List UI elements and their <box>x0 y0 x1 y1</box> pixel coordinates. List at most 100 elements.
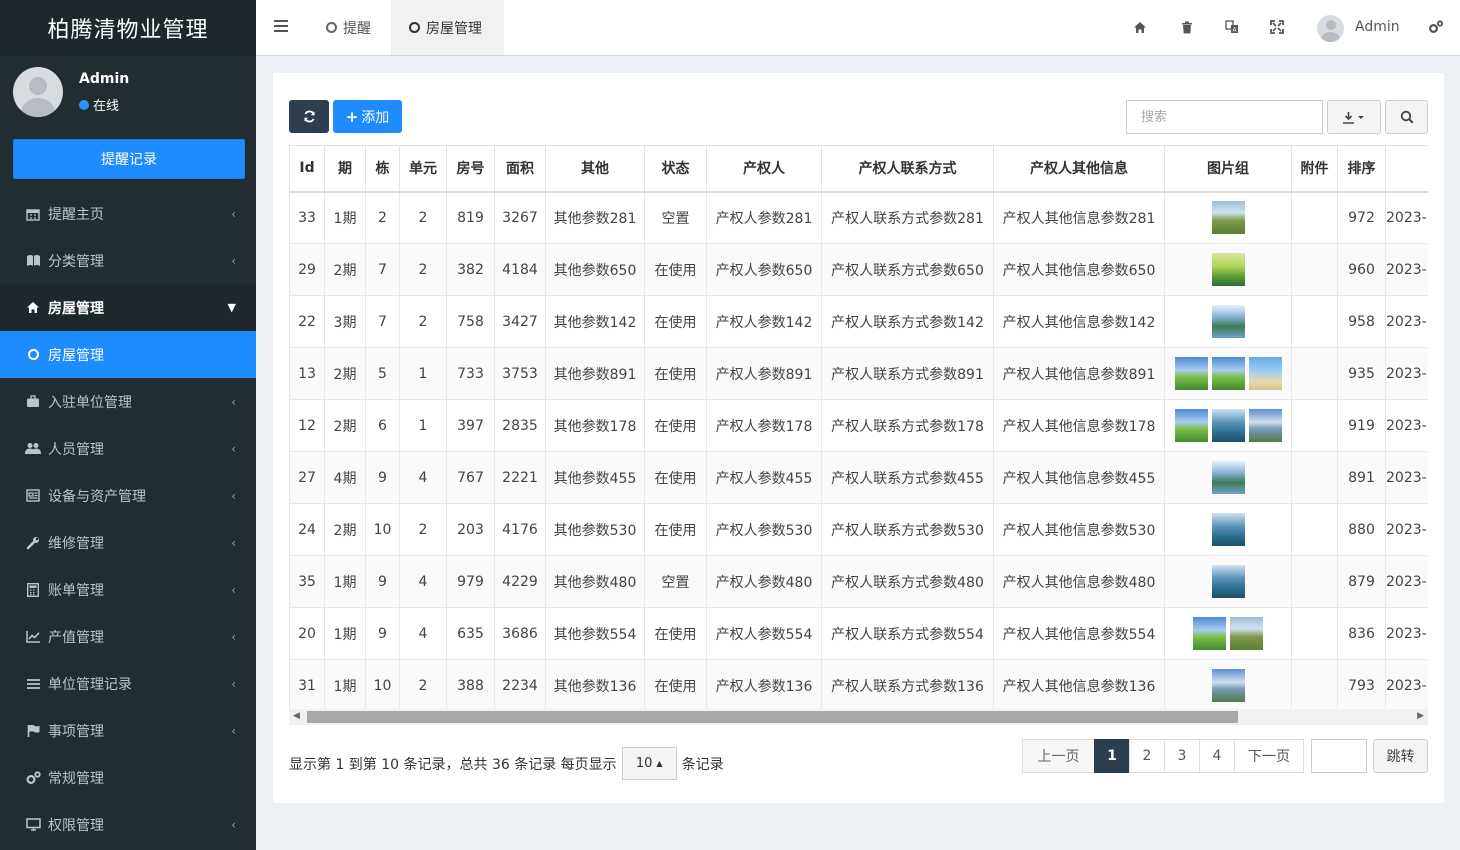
image-thumbnail[interactable] <box>1248 409 1282 442</box>
page-button[interactable]: 1 <box>1094 739 1130 773</box>
image-thumbnail[interactable] <box>1211 513 1245 546</box>
menu-toggle-icon[interactable] <box>274 20 288 32</box>
column-header[interactable]: 排序 <box>1337 145 1386 193</box>
column-header[interactable]: 产权人 <box>706 145 822 193</box>
translate-icon[interactable]: A <box>1223 18 1241 36</box>
jump-button[interactable]: 跳转 <box>1373 739 1428 773</box>
cell-contact: 产权人联系方式参数650 <box>821 243 994 296</box>
column-header[interactable]: 产权人联系方式 <box>821 145 994 193</box>
sidebar-item-output-value[interactable]: 产值管理 ‹ <box>0 613 256 660</box>
header-user-name[interactable]: Admin <box>1355 19 1400 35</box>
column-header[interactable] <box>1385 145 1428 193</box>
image-thumbnail[interactable] <box>1211 253 1245 286</box>
cell-id: 12 <box>289 399 325 452</box>
remind-records-button[interactable]: 提醒记录 <box>13 139 245 179</box>
sidebar-item-remind-home[interactable]: 提醒主页 ‹ <box>0 190 256 237</box>
column-header[interactable]: 产权人其他信息 <box>993 145 1165 193</box>
trash-icon[interactable] <box>1178 18 1196 36</box>
header-user-avatar[interactable] <box>1317 15 1344 42</box>
column-header[interactable]: 状态 <box>644 145 707 193</box>
export-dropdown-button[interactable] <box>1327 100 1381 134</box>
app-title[interactable]: 柏腾清物业管理 <box>0 0 256 56</box>
horizontal-scrollbar[interactable]: ◀ ▶ <box>289 709 1428 725</box>
table-row[interactable]: 20 1期 9 4 635 3686 其他参数554 在使用 产权人参数554 产权人联系方式参数… <box>289 607 1428 660</box>
table-row[interactable]: 12 2期 6 1 397 2835 其他参数178 在使用 产权人参数178 产权人联系方式参数… <box>289 399 1428 452</box>
table-row[interactable]: 13 2期 5 1 733 3753 其他参数891 在使用 产权人参数891 产权人联系方式参数… <box>289 347 1428 400</box>
sidebar-item-matters[interactable]: 事项管理 ‹ <box>0 707 256 754</box>
table-row[interactable]: 35 1期 9 4 979 4229 其他参数480 空置 产权人参数480 产权人联系方式参数4… <box>289 555 1428 608</box>
table-row[interactable]: 29 2期 7 2 382 4184 其他参数650 在使用 产权人参数650 产权人联系方式参数… <box>289 243 1428 296</box>
table-row[interactable]: 22 3期 7 2 758 3427 其他参数142 在使用 产权人参数142 产权人联系方式参数… <box>289 295 1428 348</box>
sidebar-item-repair[interactable]: 维修管理 ‹ <box>0 519 256 566</box>
image-thumbnail[interactable] <box>1230 617 1263 650</box>
table-row[interactable]: 31 1期 10 2 388 2234 其他参数136 在使用 产权人参数136 产权人联系方式参… <box>289 659 1428 709</box>
column-header[interactable]: 其他 <box>545 145 645 193</box>
scroll-right-icon[interactable]: ▶ <box>1417 711 1424 721</box>
scroll-left-icon[interactable]: ◀ <box>293 711 300 721</box>
sidebar-item-equipment[interactable]: 设备与资产管理 ‹ <box>0 472 256 519</box>
column-header[interactable]: 单元 <box>399 145 447 193</box>
tab-house-manage[interactable]: 房屋管理 <box>391 0 504 55</box>
image-thumbnail[interactable] <box>1193 617 1226 650</box>
cell-qi: 2期 <box>324 243 366 296</box>
column-header[interactable]: 附件 <box>1291 145 1338 193</box>
refresh-button[interactable] <box>289 100 329 133</box>
online-dot-icon <box>79 99 89 110</box>
prev-page-button[interactable]: 上一页 <box>1022 739 1095 773</box>
sidebar-item-general[interactable]: 常规管理 <box>0 754 256 801</box>
page-button[interactable]: 4 <box>1199 739 1235 773</box>
sidebar-item-label: 设备与资产管理 <box>48 488 146 505</box>
cell-qi: 1期 <box>324 191 366 244</box>
cell-qi: 1期 <box>324 607 366 660</box>
table-row[interactable]: 33 1期 2 2 819 3267 其他参数281 空置 产权人参数281 产权人联系方式参数2… <box>289 191 1428 244</box>
search-button[interactable] <box>1385 100 1428 134</box>
page-button[interactable]: 3 <box>1164 739 1200 773</box>
jump-page-input[interactable] <box>1311 739 1367 773</box>
column-header[interactable]: Id <box>289 145 325 193</box>
cell-sort: 958 <box>1337 295 1386 348</box>
cell-id: 24 <box>289 503 325 556</box>
sidebar-item-label: 常规管理 <box>48 770 104 787</box>
page-size-dropdown[interactable]: 10 ▲ <box>621 747 677 780</box>
fullscreen-icon[interactable] <box>1268 18 1286 36</box>
circle-icon <box>409 22 420 33</box>
sidebar-item-house[interactable]: 房屋管理 ▼ <box>0 284 256 331</box>
table-row[interactable]: 27 4期 9 4 767 2221 其他参数455 在使用 产权人参数455 产权人联系方式参数… <box>289 451 1428 504</box>
cogs-icon[interactable] <box>1427 18 1445 36</box>
add-button[interactable]: + 添加 <box>333 100 402 133</box>
table-row[interactable]: 24 2期 10 2 203 4176 其他参数530 在使用 产权人参数530 产权人联系方式参… <box>289 503 1428 556</box>
next-page-button[interactable]: 下一页 <box>1234 739 1304 773</box>
sidebar-item-permissions[interactable]: 权限管理 ‹ <box>0 801 256 848</box>
home-icon[interactable] <box>1131 18 1149 36</box>
image-thumbnail[interactable] <box>1211 201 1245 235</box>
image-thumbnail[interactable] <box>1211 357 1245 390</box>
sidebar-item-bills[interactable]: 账单管理 ‹ <box>0 566 256 613</box>
image-thumbnail[interactable] <box>1211 565 1245 598</box>
tab-label: 提醒 <box>343 20 371 37</box>
image-thumbnail[interactable] <box>1174 357 1208 390</box>
image-thumbnail[interactable] <box>1211 669 1245 702</box>
sidebar-item-category[interactable]: 分类管理 ‹ <box>0 237 256 284</box>
scrollbar-thumb[interactable] <box>307 711 1238 723</box>
image-thumbnail[interactable] <box>1211 409 1245 442</box>
column-header[interactable]: 图片组 <box>1164 145 1292 193</box>
cell-status: 在使用 <box>644 451 707 504</box>
image-thumbnail[interactable] <box>1248 357 1282 390</box>
column-header[interactable]: 面积 <box>494 145 546 193</box>
sidebar-subitem-house-manage[interactable]: 房屋管理 <box>0 331 256 378</box>
sidebar-item-label: 权限管理 <box>48 817 104 834</box>
column-header[interactable]: 栋 <box>365 145 400 193</box>
cell-date: 2023- <box>1385 503 1428 556</box>
cell-id: 20 <box>289 607 325 660</box>
sidebar-item-tenant-units[interactable]: 入驻单位管理 ‹ <box>0 378 256 425</box>
image-thumbnail[interactable] <box>1211 461 1245 494</box>
image-thumbnail[interactable] <box>1174 409 1208 442</box>
sidebar-item-unit-records[interactable]: 单位管理记录 ‹ <box>0 660 256 707</box>
tab-remind[interactable]: 提醒 <box>308 0 389 55</box>
column-header[interactable]: 房号 <box>446 145 495 193</box>
sidebar-item-personnel[interactable]: 人员管理 ‹ <box>0 425 256 472</box>
column-header[interactable]: 期 <box>324 145 366 193</box>
search-input[interactable] <box>1126 100 1323 134</box>
page-button[interactable]: 2 <box>1129 739 1165 773</box>
image-thumbnail[interactable] <box>1211 305 1245 338</box>
